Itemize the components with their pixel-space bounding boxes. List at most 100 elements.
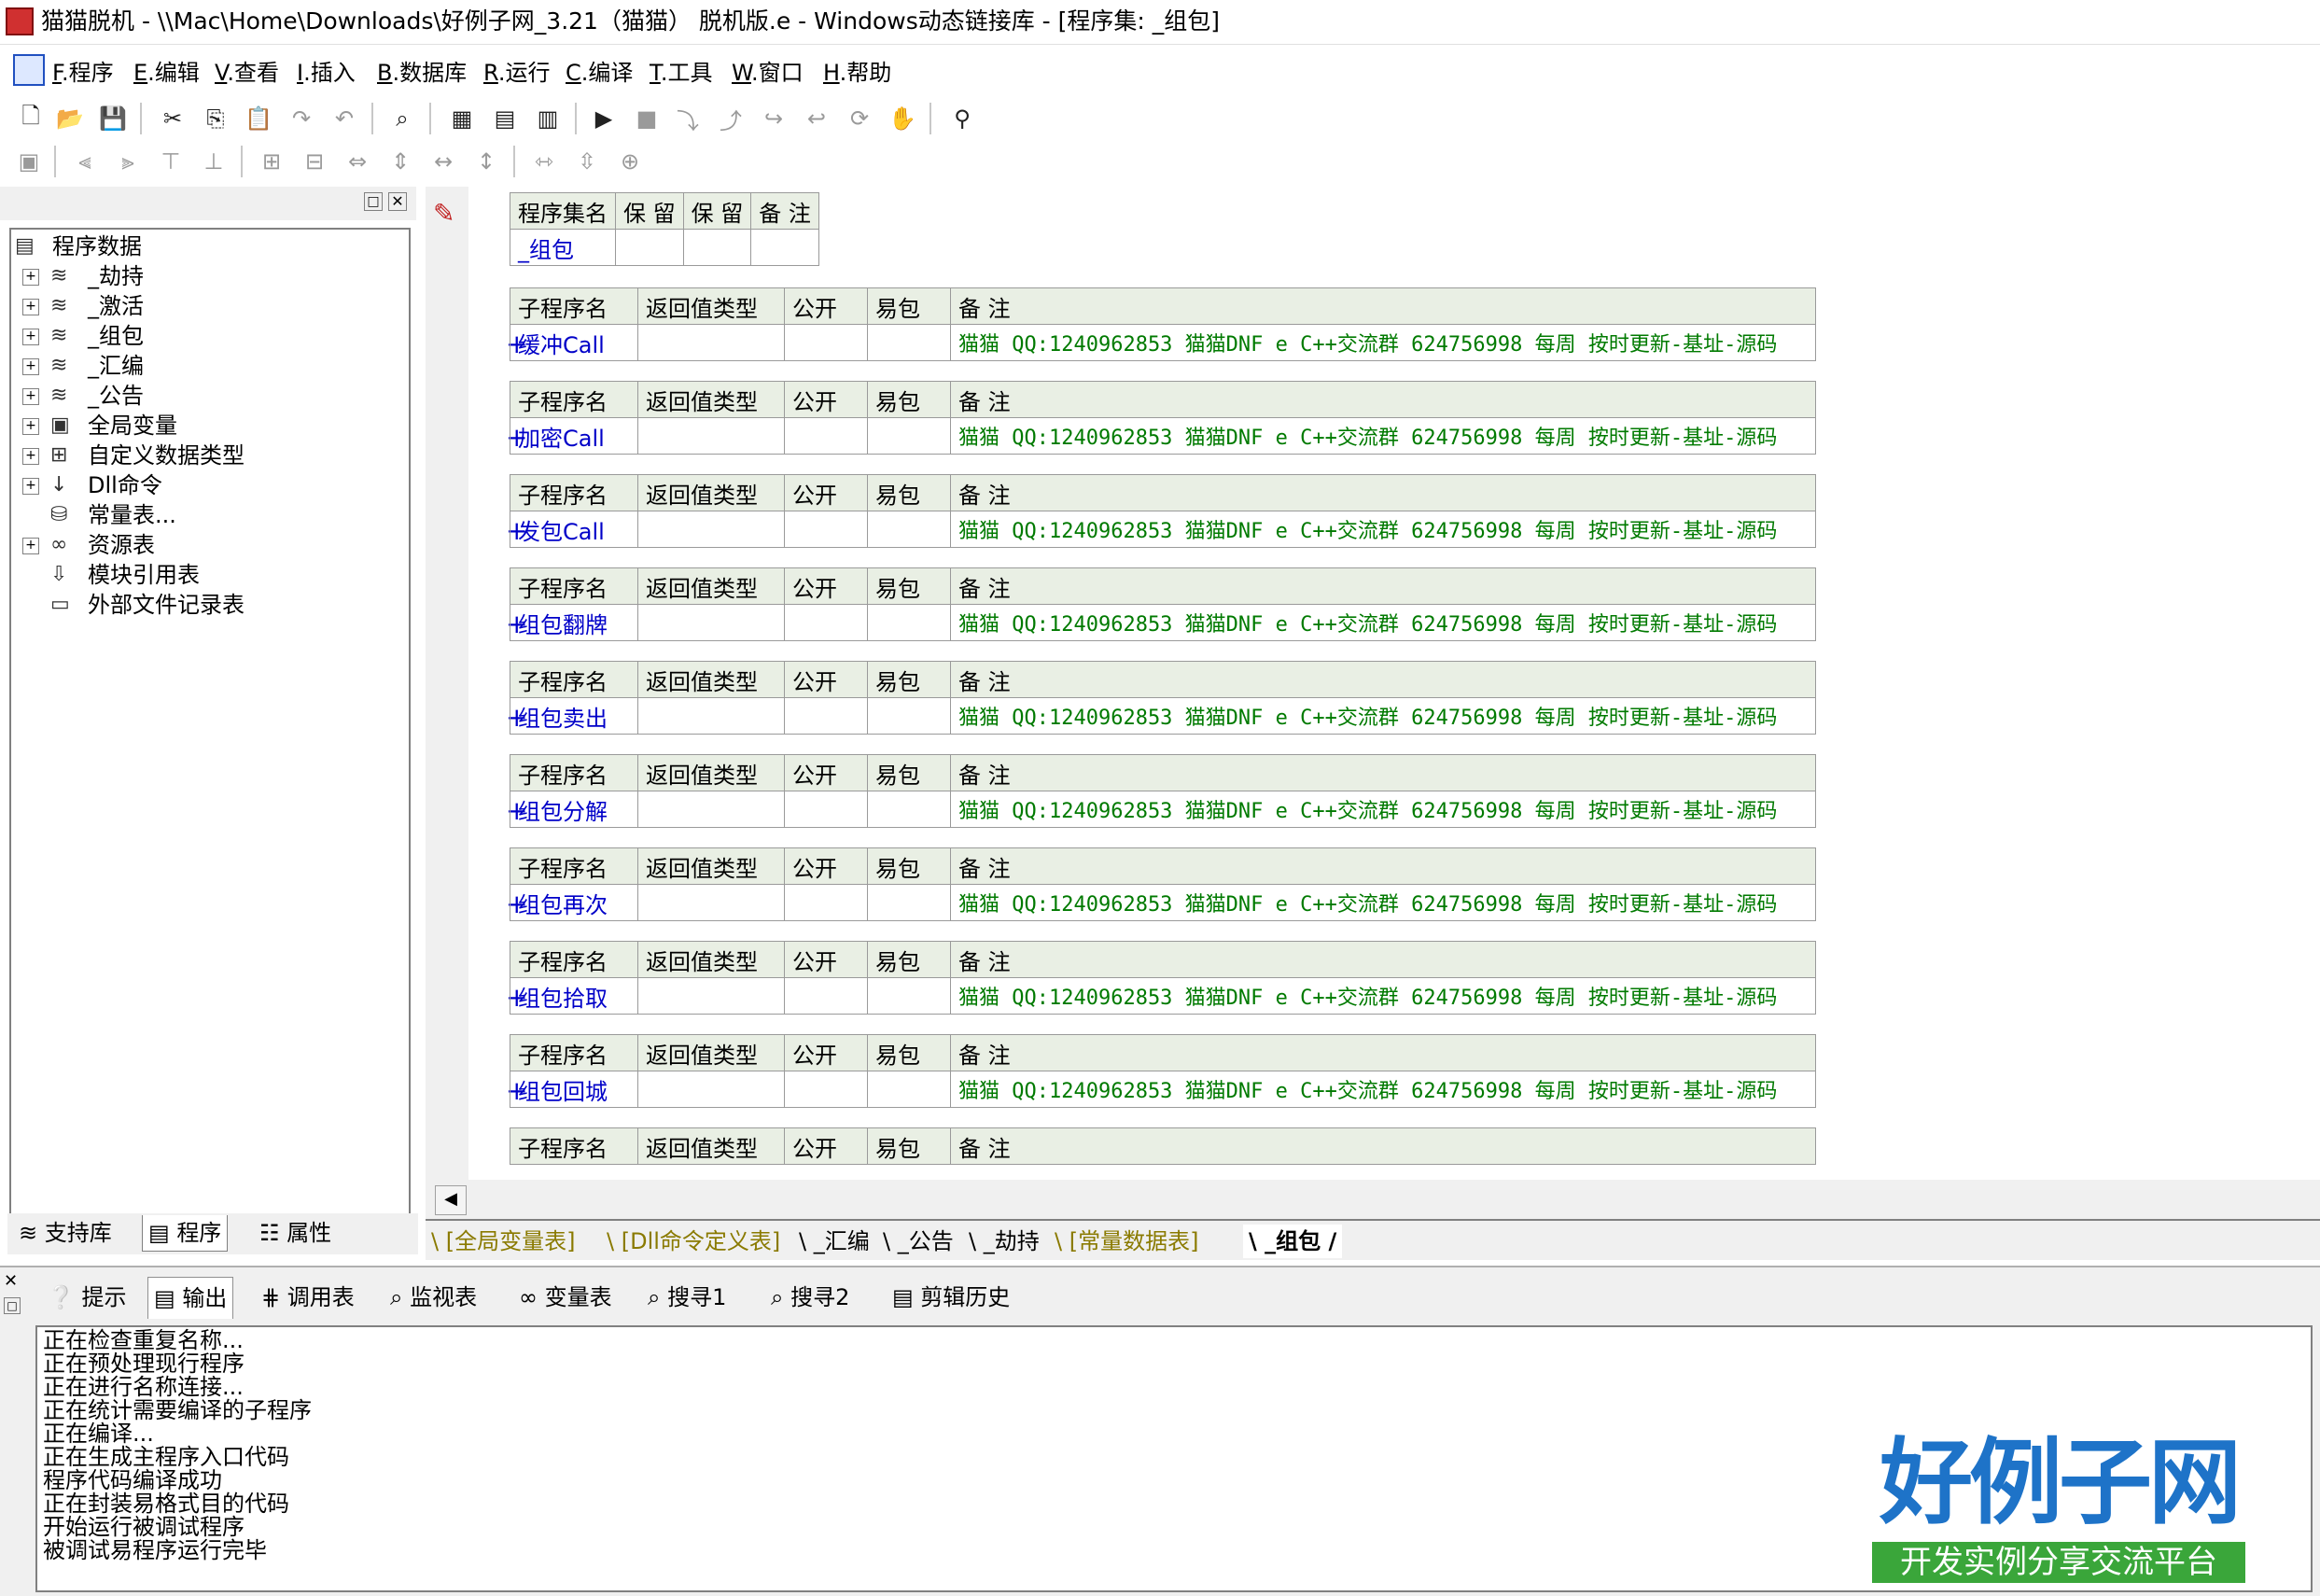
redo-icon[interactable]: ↷	[286, 103, 317, 134]
copy-icon[interactable]: ⎘	[200, 103, 231, 134]
tab-program[interactable]: ▤ 程序	[142, 1215, 229, 1252]
easy-package-cell[interactable]	[867, 511, 951, 548]
hand-icon[interactable]: ✋	[887, 103, 918, 134]
tab-hint[interactable]: ❔ 提示	[47, 1277, 127, 1318]
tab-search-2[interactable]: ⌕ 搜寻2	[771, 1277, 849, 1318]
tab-support-library[interactable]: ≋ 支持库	[13, 1215, 118, 1251]
easy-package-cell[interactable]	[867, 417, 951, 455]
note-cell[interactable]: 猫猫 QQ:1240962853 猫猫DNF e C++交流群 62475699…	[950, 884, 1816, 921]
note-cell[interactable]: 猫猫 QQ:1240962853 猫猫DNF e C++交流群 62475699…	[950, 604, 1816, 641]
subroutine-name-cell[interactable]: 组包再次	[510, 884, 638, 921]
scroll-left-icon[interactable]: ◀	[435, 1185, 467, 1215]
expand-icon[interactable]: +	[22, 538, 39, 554]
public-cell[interactable]	[784, 324, 868, 361]
tree-item-global-vars[interactable]: + ▣ 全局变量	[11, 411, 384, 441]
note-cell[interactable]: 猫猫 QQ:1240962853 猫猫DNF e C++交流群 62475699…	[950, 1071, 1816, 1108]
tab-packet[interactable]: \ _组包 /	[1243, 1225, 1343, 1258]
app-icon[interactable]	[6, 7, 34, 35]
public-cell[interactable]	[784, 604, 868, 641]
menu-edit[interactable]: E.编辑	[133, 58, 200, 88]
tree-item-dll[interactable]: + ↓ Dll命令	[11, 470, 384, 500]
return-type-cell[interactable]	[637, 511, 785, 548]
menu-insert[interactable]: I.插入	[297, 58, 356, 88]
easy-package-cell[interactable]	[867, 1071, 951, 1108]
close-icon[interactable]: ✕	[4, 1273, 21, 1290]
expand-icon[interactable]: +	[22, 418, 39, 435]
layout-2-icon[interactable]: ▤	[489, 103, 521, 134]
tree-item-datatypes[interactable]: + ⊞ 自定义数据类型	[11, 441, 384, 470]
subroutine-name-cell[interactable]: 组包卖出	[510, 697, 638, 735]
step-5-icon[interactable]: ⟳	[844, 103, 875, 134]
tab-variables[interactable]: ∞ 变量表	[519, 1277, 612, 1318]
paste-icon[interactable]: 📋	[243, 103, 274, 134]
tree-item-notice[interactable]: + ≋ _公告	[11, 381, 384, 411]
empty-cell[interactable]	[615, 229, 684, 266]
easy-package-cell[interactable]	[867, 604, 951, 641]
menu-database[interactable]: B.数据库	[377, 58, 467, 88]
easy-package-cell[interactable]	[867, 884, 951, 921]
tab-constants[interactable]: \ [常量数据表]	[1055, 1225, 1198, 1258]
align-bottom-icon[interactable]: ⊥	[198, 146, 230, 177]
easy-package-cell[interactable]	[867, 791, 951, 828]
center-v-icon[interactable]: ⊟	[299, 146, 330, 177]
tree-item-resources[interactable]: + ∞ 资源表	[11, 530, 384, 560]
binoculars-icon[interactable]: ⚲	[946, 103, 978, 134]
expand-icon[interactable]: +	[22, 478, 39, 495]
return-type-cell[interactable]	[637, 1071, 785, 1108]
tree-item-module-refs[interactable]: ⇩ 模块引用表	[11, 560, 384, 590]
tree-root[interactable]: ▤ 程序数据	[11, 231, 384, 261]
subroutine-name-cell[interactable]: 组包回城	[510, 1071, 638, 1108]
return-type-cell[interactable]	[637, 324, 785, 361]
public-cell[interactable]	[784, 791, 868, 828]
public-cell[interactable]	[784, 417, 868, 455]
empty-cell[interactable]	[750, 229, 819, 266]
return-type-cell[interactable]	[637, 604, 785, 641]
public-cell[interactable]	[784, 884, 868, 921]
menu-view[interactable]: V.查看	[215, 58, 279, 88]
return-type-cell[interactable]	[637, 977, 785, 1015]
empty-cell[interactable]	[682, 229, 752, 266]
easy-package-cell[interactable]	[867, 977, 951, 1015]
menu-compile[interactable]: C.编译	[566, 58, 633, 88]
horizontal-scrollbar[interactable]: ◀	[435, 1180, 2320, 1217]
new-file-icon[interactable]: 🗋	[15, 103, 47, 134]
tree-item-activate[interactable]: + ≋ _激活	[11, 291, 384, 321]
tab-properties[interactable]: ☷ 属性	[254, 1215, 337, 1251]
note-cell[interactable]: 猫猫 QQ:1240962853 猫猫DNF e C++交流群 62475699…	[950, 697, 1816, 735]
tree-item-constants[interactable]: ⛁ 常量表...	[11, 500, 384, 530]
open-folder-icon[interactable]: 📂	[54, 103, 86, 134]
assembly-name-cell[interactable]: _组包	[510, 229, 616, 266]
subroutine-name-cell[interactable]: 发包Call	[510, 511, 638, 548]
space-h-icon[interactable]: ↔	[427, 146, 459, 177]
tab-global-vars[interactable]: \ [全局变量表]	[431, 1225, 575, 1258]
tab-dll-commands[interactable]: \ [Dll命令定义表]	[607, 1225, 780, 1258]
restore-icon[interactable]: □	[4, 1297, 21, 1314]
align-grid-icon[interactable]: ▣	[13, 146, 45, 177]
tree-item-hijack[interactable]: + ≋ _劫持	[11, 261, 384, 291]
subroutine-name-cell[interactable]: 加密Call	[510, 417, 638, 455]
center-all-icon[interactable]: ⊕	[614, 146, 646, 177]
tree-item-file-records[interactable]: ▭ 外部文件记录表	[11, 590, 384, 620]
tree-item-assembly[interactable]: + ≋ _汇编	[11, 351, 384, 381]
align-left-icon[interactable]: ⫷	[69, 146, 101, 177]
menu-program[interactable]: F.程序	[52, 58, 114, 88]
return-type-cell[interactable]	[637, 697, 785, 735]
undo-icon[interactable]: ↶	[328, 103, 360, 134]
align-top-icon[interactable]: ⊤	[155, 146, 187, 177]
same-width-icon[interactable]: ⇔	[342, 146, 373, 177]
tab-notice[interactable]: \ _公告	[883, 1225, 954, 1258]
document-menu-icon[interactable]	[13, 54, 45, 86]
stop-icon[interactable]: ■	[631, 103, 663, 134]
tab-clip-history[interactable]: ▤ 剪辑历史	[892, 1277, 1010, 1318]
public-cell[interactable]	[784, 511, 868, 548]
expand-icon[interactable]: +	[22, 388, 39, 405]
menu-help[interactable]: H.帮助	[823, 58, 891, 88]
public-cell[interactable]	[784, 697, 868, 735]
tab-output[interactable]: ▤ 输出	[147, 1277, 234, 1319]
tab-watch[interactable]: ⌕ 监视表	[390, 1277, 477, 1318]
note-cell[interactable]: 猫猫 QQ:1240962853 猫猫DNF e C++交流群 62475699…	[950, 977, 1816, 1015]
expand-icon[interactable]: +	[22, 269, 39, 286]
expand-icon[interactable]: +	[22, 358, 39, 375]
expand-icon[interactable]: +	[22, 448, 39, 465]
subroutine-name-cell[interactable]: 缓冲Call	[510, 324, 638, 361]
